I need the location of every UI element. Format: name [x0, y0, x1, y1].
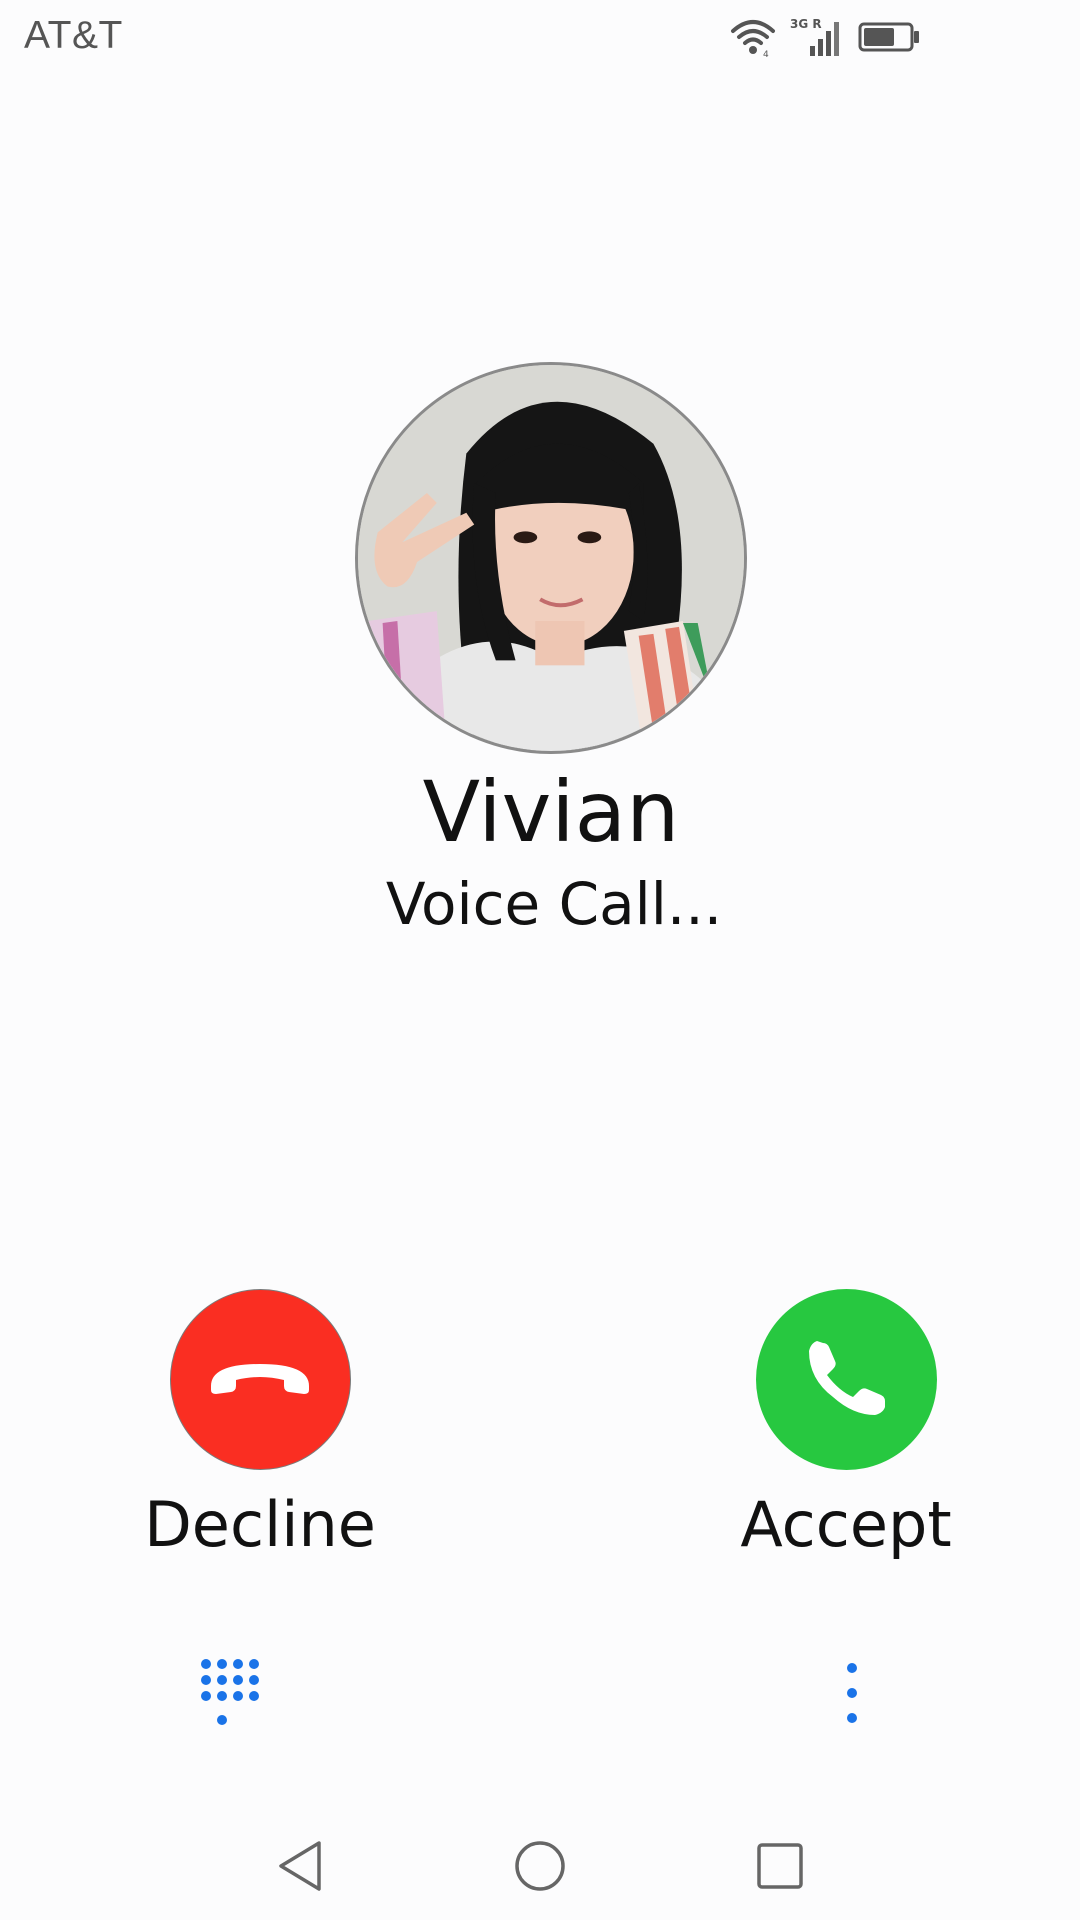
svg-text:4: 4 [763, 50, 769, 57]
incoming-call-screen: AT&T 4 3G R Vivian Voice Call... Decline… [0, 0, 1080, 1920]
network-type-label: 3G R [790, 17, 822, 31]
hang-up-icon [205, 1358, 315, 1402]
caller-name: Vivian [422, 763, 680, 861]
recent-apps-icon [755, 1841, 805, 1895]
back-icon [275, 1839, 325, 1897]
navigation-bar [0, 1820, 1080, 1920]
back-button[interactable] [260, 1828, 340, 1908]
home-icon [513, 1839, 567, 1897]
home-button[interactable] [500, 1828, 580, 1908]
caller-avatar [355, 362, 747, 754]
decline-action: Decline [110, 1289, 410, 1562]
call-status: Voice Call... [385, 870, 723, 938]
battery-icon [858, 22, 920, 52]
dialpad-icon [196, 1659, 260, 1732]
status-icons: 4 3G R [730, 14, 920, 60]
wifi-icon: 4 [730, 17, 776, 57]
decline-label: Decline [144, 1488, 376, 1561]
cellular-signal-icon: 3G R [790, 16, 844, 58]
more-vertical-icon [832, 1663, 872, 1730]
phone-icon [803, 1335, 889, 1425]
carrier-name: AT&T [24, 14, 123, 57]
accept-action: Accept [696, 1289, 996, 1562]
caller-photo [358, 365, 744, 751]
more-options-button[interactable] [832, 1660, 872, 1726]
decline-button[interactable] [169, 1289, 351, 1470]
accept-label: Accept [740, 1488, 952, 1561]
recent-apps-button[interactable] [740, 1828, 820, 1908]
status-bar: AT&T 4 3G R [0, 0, 1080, 76]
dialpad-button[interactable] [196, 1656, 260, 1728]
accept-button[interactable] [755, 1289, 937, 1470]
